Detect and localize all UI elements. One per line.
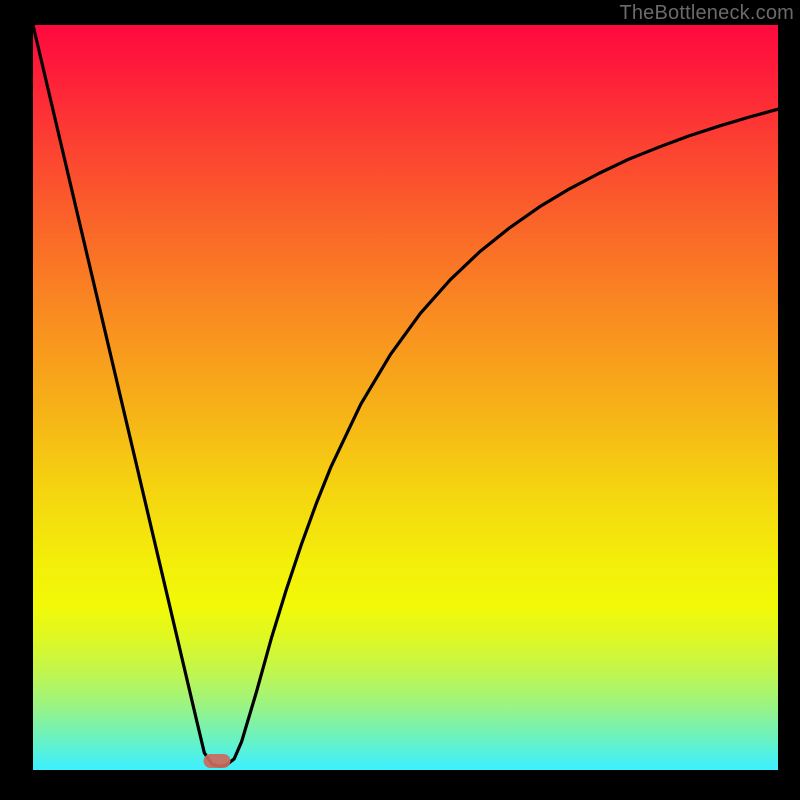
watermark-text: TheBottleneck.com [619,2,794,25]
plot-area [33,25,778,770]
optimal-point-marker [204,754,231,768]
chart-frame: TheBottleneck.com [0,0,800,800]
bottleneck-curve [33,25,778,770]
